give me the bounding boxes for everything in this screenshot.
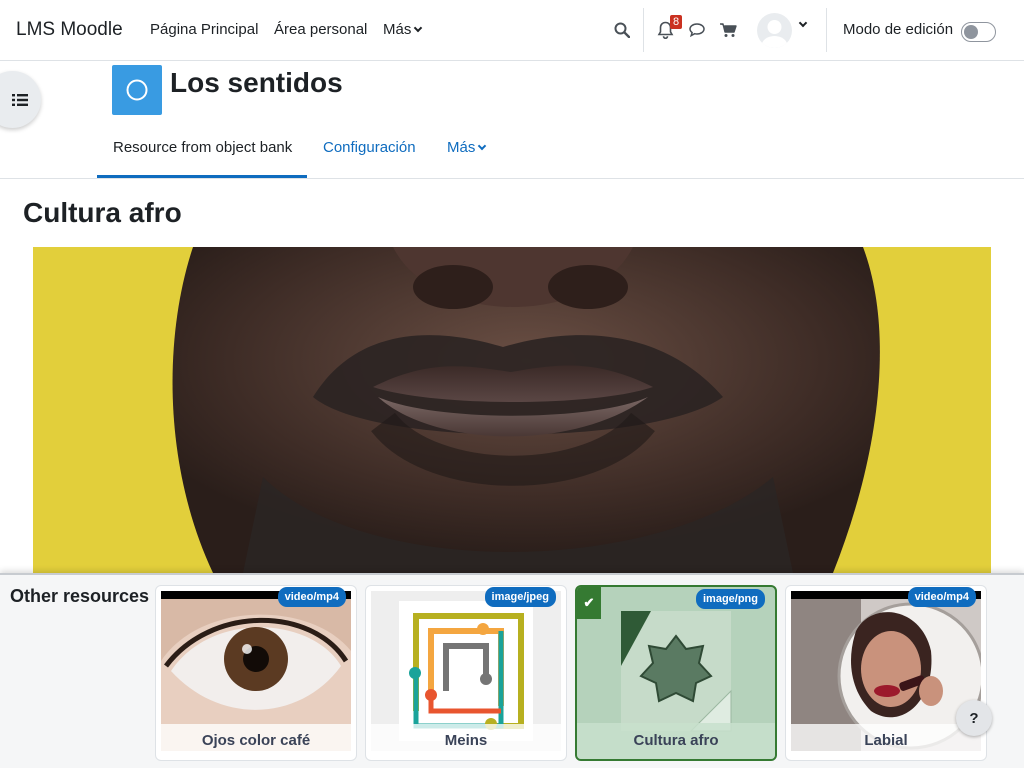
selected-check-icon: ✔ xyxy=(577,587,601,619)
help-button[interactable]: ? xyxy=(956,700,992,736)
toggle-knob xyxy=(964,25,978,39)
avatar[interactable] xyxy=(757,13,792,48)
other-resources-title: Other resources xyxy=(10,586,150,606)
mime-type-badge: video/mp4 xyxy=(277,587,346,607)
chevron-down-icon xyxy=(414,23,423,32)
top-navbar: LMS Moodle Página Principal Área persona… xyxy=(0,0,1024,61)
nav-link-home[interactable]: Página Principal xyxy=(150,21,258,38)
search-icon[interactable] xyxy=(611,19,633,41)
tab-more-label: Más xyxy=(447,139,476,156)
resource-card-label: Meins xyxy=(371,724,561,752)
navbar-divider xyxy=(826,8,827,52)
active-tab-indicator xyxy=(97,175,307,178)
resource-card-label: Labial xyxy=(791,724,981,752)
chevron-down-icon[interactable] xyxy=(798,18,808,28)
resource-card-cultura-afro[interactable]: ✔ image/png Cultura afro xyxy=(575,585,777,761)
cart-icon[interactable] xyxy=(717,19,739,41)
nav-more-dropdown[interactable]: Más xyxy=(383,21,423,38)
page-heading: Cultura afro xyxy=(23,197,182,228)
course-title: Los sentidos xyxy=(170,67,343,98)
resource-card-ojos-color-cafe[interactable]: video/mp4 Ojos color café xyxy=(155,585,357,761)
mime-type-badge: video/mp4 xyxy=(907,587,976,607)
edit-mode-label: Modo de edición xyxy=(843,21,954,38)
nav-more-label: Más xyxy=(383,21,412,38)
chevron-down-icon xyxy=(478,141,487,150)
chat-icon[interactable] xyxy=(686,19,708,41)
resource-card-labial[interactable]: video/mp4 Labial xyxy=(785,585,987,761)
nav-link-dashboard[interactable]: Área personal xyxy=(274,21,367,38)
resource-card-label: Ojos color café xyxy=(161,724,351,752)
navbar-divider xyxy=(643,8,644,52)
secondary-navigation: Resource from object bank Configuración … xyxy=(0,116,1024,179)
tab-configuracion[interactable]: Configuración xyxy=(323,139,416,156)
mime-type-badge: image/jpeg xyxy=(484,587,556,607)
activity-icon xyxy=(112,65,162,115)
tab-resource-from-object-bank[interactable]: Resource from object bank xyxy=(113,139,292,156)
tab-more-dropdown[interactable]: Más xyxy=(447,139,487,156)
other-resources-panel: Other resources video/mp4 Ojos color caf… xyxy=(0,573,1024,768)
resource-image xyxy=(33,247,991,573)
resource-card-label: Cultura afro xyxy=(577,723,775,759)
edit-mode-toggle[interactable] xyxy=(961,22,996,42)
list-icon xyxy=(12,93,28,106)
resource-card-meins[interactable]: image/jpeg Meins xyxy=(365,585,567,761)
site-brand[interactable]: LMS Moodle xyxy=(16,19,123,41)
mime-type-badge: image/png xyxy=(695,589,765,609)
notification-count-badge: 8 xyxy=(670,15,683,29)
